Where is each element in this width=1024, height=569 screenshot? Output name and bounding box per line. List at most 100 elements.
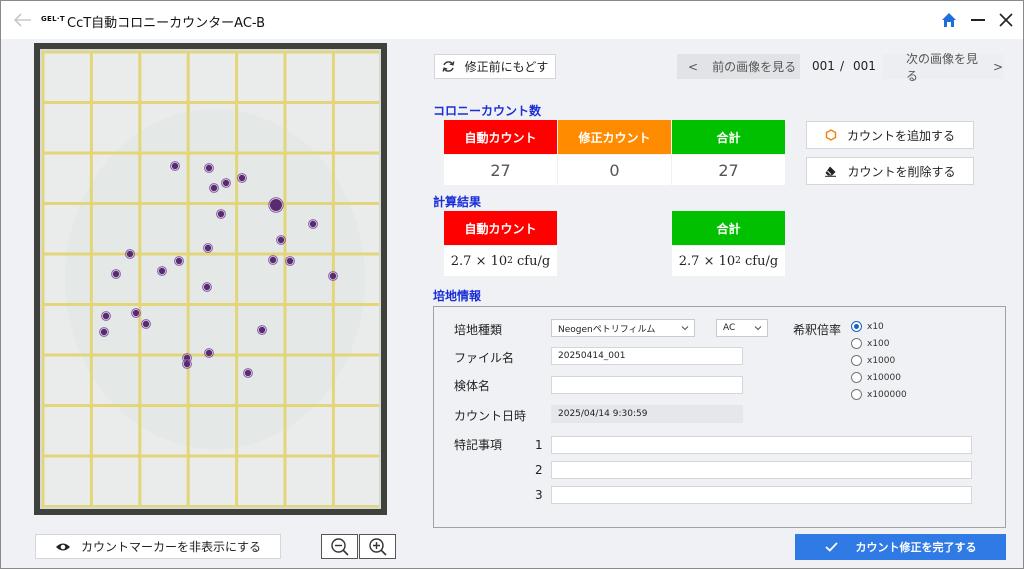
app-window: GEL·T CcT自動コロニーカウンターAC-B カウントマーカーを非表示にする [0, 0, 1024, 569]
dilution-option-label: x1000 [867, 355, 896, 366]
colony-dot [205, 349, 213, 357]
toggle-markers-label: カウントマーカーを非表示にする [80, 540, 262, 554]
file-name-field[interactable]: 20250414_001 [551, 347, 743, 365]
colony-dot [204, 244, 212, 252]
notes-label: 特記事項 [454, 438, 503, 452]
auto-count-header: 自動カウント [444, 120, 557, 154]
medium-info-title: 培地情報 [433, 289, 482, 303]
colony-dot [222, 179, 230, 187]
colony-dot [100, 328, 108, 336]
eraser-icon [824, 165, 837, 177]
chevron-right-icon: > [992, 59, 1003, 74]
file-name-value: 20250414_001 [558, 351, 626, 361]
dilution-option-x1000[interactable]: x1000 [851, 355, 895, 366]
dilution-option-x10[interactable]: x10 [851, 321, 884, 332]
note-number-2: 2 [535, 463, 543, 477]
radio-button[interactable] [851, 338, 862, 349]
delete-count-label: カウントを削除する [847, 164, 956, 179]
dilution-option-x100[interactable]: x100 [851, 338, 890, 349]
home-icon[interactable] [941, 12, 957, 28]
medium-subtype-select[interactable]: AC [716, 319, 768, 337]
colony-dot [132, 309, 140, 317]
colony-dot [102, 312, 110, 320]
file-name-label: ファイル名 [454, 351, 515, 365]
zoom-out-button[interactable] [321, 534, 358, 559]
colony-dot [277, 236, 285, 244]
colony-dot [171, 162, 179, 170]
dilution-option-label: x10000 [867, 372, 901, 383]
colony-dot [269, 256, 277, 264]
close-icon[interactable] [997, 11, 1015, 29]
calc-total-mantissa: 2.7 × 10 [678, 253, 736, 269]
dilution-option-label: x100 [867, 338, 890, 349]
corrected-count-header: 修正カウント [558, 120, 671, 154]
refresh-icon [442, 60, 455, 73]
page-total: 001 [853, 59, 876, 73]
colony-dot [270, 199, 282, 211]
count-datetime-label: カウント日時 [454, 409, 527, 423]
count-datetime-field: 2025/04/14 9:30:59 [551, 405, 743, 423]
colony-dot [210, 184, 218, 192]
calc-total-header: 合計 [672, 211, 785, 245]
calc-auto-header: 自動カウント [444, 211, 557, 245]
prev-image-button[interactable]: < 前の画像を見る [677, 54, 800, 79]
colony-dot [238, 174, 246, 182]
toggle-markers-button[interactable]: カウントマーカーを非表示にする [35, 534, 281, 559]
dilution-option-x10000[interactable]: x10000 [851, 372, 901, 383]
revert-button[interactable]: 修正前にもどす [434, 54, 556, 79]
total-count-value: 27 [672, 155, 785, 185]
colony-dot [309, 220, 317, 228]
calc-total-value: 2.7 × 10 2 cfu/g [672, 246, 785, 276]
colony-dot [183, 360, 191, 368]
colony-dot [217, 210, 225, 218]
radio-button[interactable] [851, 321, 862, 332]
next-image-label: 次の画像を見る [906, 51, 979, 83]
chevron-left-icon: < [688, 59, 699, 74]
colony-dot [205, 164, 213, 172]
sample-name-field[interactable] [551, 376, 743, 394]
finish-correction-button[interactable]: カウント修正を完了する [795, 534, 1006, 560]
revert-label: 修正前にもどす [464, 60, 549, 74]
radio-button[interactable] [851, 389, 862, 400]
note-field-3[interactable] [551, 486, 972, 504]
prev-image-label: 前の画像を見る [712, 60, 797, 74]
note-field-1[interactable] [551, 436, 972, 454]
zoom-out-icon [330, 537, 349, 556]
colony-dot [203, 283, 211, 291]
arrow-left-icon[interactable] [11, 10, 33, 30]
next-image-button[interactable]: 次の画像を見る > [883, 52, 1004, 83]
note-number-3: 3 [535, 488, 543, 502]
note-field-2[interactable] [551, 461, 972, 479]
medium-subtype-value: AC [723, 323, 736, 333]
add-count-button[interactable]: カウントを追加する [806, 121, 974, 149]
check-icon [824, 542, 838, 552]
calc-total-unit: cfu/g [745, 253, 779, 269]
dilution-label: 希釈倍率 [793, 323, 842, 337]
chevron-down-icon [754, 326, 762, 331]
sample-name-label: 検体名 [454, 379, 491, 393]
calc-auto-value: 2.7 × 10 2 cfu/g [444, 246, 557, 276]
app-title: CcT自動コロニーカウンターAC-B [67, 16, 266, 31]
page-separator: / [840, 59, 845, 73]
medium-type-select[interactable]: Neogenペトリフィルム [551, 319, 695, 337]
note-number-1: 1 [535, 438, 543, 452]
colony-count-title: コロニーカウント数 [433, 104, 542, 118]
radio-button[interactable] [851, 372, 862, 383]
dilution-option-label: x100000 [867, 389, 907, 400]
colony-dot [286, 257, 294, 265]
plate-inoculation-area [65, 109, 365, 449]
colony-dot [244, 369, 252, 377]
colony-dot [175, 257, 183, 265]
zoom-in-button[interactable] [359, 534, 396, 559]
colony-dot [142, 320, 150, 328]
delete-count-button[interactable]: カウントを削除する [806, 157, 974, 185]
medium-type-value: Neogenペトリフィルム [558, 324, 656, 335]
minimize-icon[interactable] [971, 19, 985, 21]
title-bar: GEL·T CcT自動コロニーカウンターAC-B [1, 1, 1023, 39]
dilution-option-x100000[interactable]: x100000 [851, 389, 907, 400]
zoom-in-icon [368, 537, 387, 556]
plate-image-frame [34, 43, 387, 515]
corrected-count-value: 0 [558, 155, 671, 185]
plate-image[interactable] [40, 49, 381, 509]
radio-button[interactable] [851, 355, 862, 366]
